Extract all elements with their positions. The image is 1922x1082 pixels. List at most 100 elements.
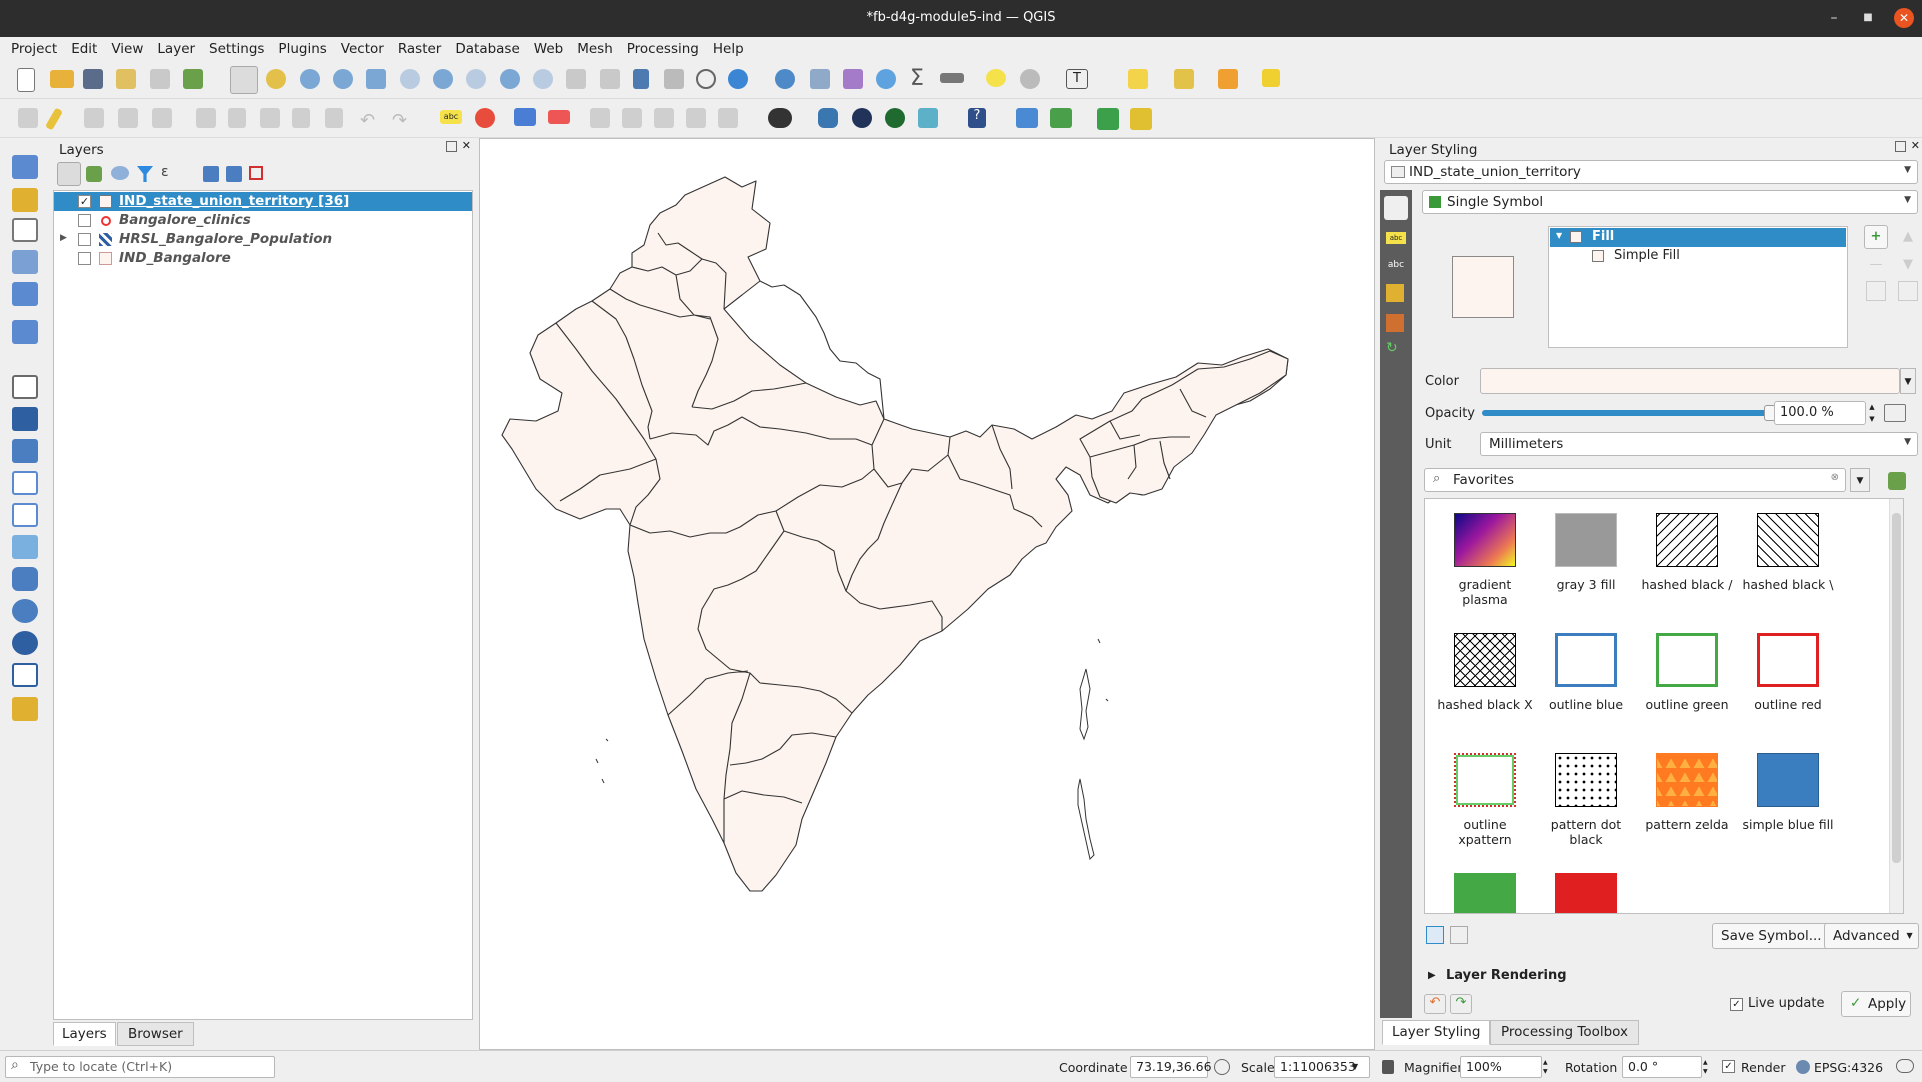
symbol-gray-3-fill[interactable]: gray 3 fill (1536, 513, 1636, 592)
add-wfs-icon[interactable] (12, 631, 38, 655)
add-postgis-icon[interactable] (12, 567, 38, 591)
symbol-hashed-black-forward[interactable]: hashed black / (1637, 513, 1737, 592)
coordinate-field[interactable]: 73.19,36.66 (1130, 1056, 1212, 1078)
remove-layer-icon[interactable] (249, 166, 263, 180)
symbol-pattern-dot-black[interactable]: pattern dot black (1536, 753, 1636, 847)
pan-map-icon[interactable] (230, 66, 258, 94)
show-hide-labels-icon[interactable] (686, 108, 706, 128)
open-layer-styling-icon[interactable] (57, 162, 81, 186)
quick-map-icon[interactable] (1130, 108, 1152, 130)
spinbox-arrows-icon[interactable]: ▲ ▼ (1866, 401, 1878, 425)
close-panel-icon[interactable]: ✕ (462, 139, 471, 152)
menu-web[interactable]: Web (527, 41, 570, 57)
color-button[interactable] (1480, 368, 1900, 394)
show-bookmarks-icon[interactable] (664, 69, 684, 89)
symbol-hashed-black-back[interactable]: hashed black \ (1738, 513, 1838, 592)
zoom-native-icon[interactable] (466, 69, 486, 89)
globe-icon[interactable] (852, 108, 872, 128)
help-icon[interactable]: ? (968, 108, 986, 128)
add-raster-layer-icon[interactable] (12, 407, 38, 431)
layer-row-hrsl-population[interactable]: ▶ HRSL_Bangalore_Population (54, 230, 472, 249)
add-symbol-layer-button[interactable]: + (1864, 225, 1888, 249)
layer-row-bangalore-clinics[interactable]: Bangalore_clinics (54, 211, 472, 230)
add-vector-layer-icon[interactable] (12, 375, 38, 399)
refresh-icon[interactable] (728, 69, 748, 89)
render-checkbox[interactable]: ✓ (1722, 1060, 1735, 1073)
filter-legend-icon[interactable] (137, 166, 153, 182)
zoom-to-selection-icon[interactable] (400, 69, 420, 89)
add-group-icon[interactable] (86, 166, 102, 182)
lock-scale-icon[interactable] (1382, 1060, 1394, 1074)
opacity-slider[interactable] (1482, 405, 1776, 421)
osm-plugin-icon[interactable] (1050, 108, 1072, 128)
save-project-icon[interactable] (83, 69, 103, 89)
layer-rendering-header[interactable]: Layer Rendering (1446, 968, 1567, 983)
3d-view-tab-icon[interactable] (1386, 284, 1404, 302)
expand-arrow-icon[interactable]: ▶ (60, 233, 67, 243)
measure-icon[interactable] (940, 73, 964, 83)
add-gpx-icon[interactable] (12, 503, 38, 527)
open-project-icon[interactable] (50, 70, 74, 88)
remove-symbol-layer-button[interactable]: — (1864, 253, 1888, 277)
icon-view-icon[interactable] (1426, 926, 1444, 944)
menu-raster[interactable]: Raster (391, 41, 449, 57)
symbol-outline-xpattern[interactable]: outline xpattern (1435, 753, 1535, 847)
georeferencer-icon[interactable] (918, 108, 938, 128)
collapse-all-icon[interactable] (226, 166, 242, 182)
layer-visibility-checkbox[interactable]: ✓ (78, 195, 91, 208)
attribute-table-icon[interactable] (810, 69, 830, 89)
menu-processing[interactable]: Processing (620, 41, 706, 57)
menu-vector[interactable]: Vector (334, 41, 391, 57)
new-3d-view-icon[interactable] (600, 69, 620, 89)
current-edits-icon[interactable] (18, 108, 38, 128)
expand-arrow-icon[interactable]: ▶ (1428, 970, 1436, 981)
symbol-simple-blue-fill[interactable]: simple blue fill (1738, 753, 1838, 832)
search-plugin-icon[interactable] (1097, 108, 1119, 130)
statistics-icon[interactable]: Σ (910, 67, 930, 91)
data-defined-override-icon[interactable] (1884, 404, 1906, 422)
symbol-hashed-black-x[interactable]: hashed black X (1435, 633, 1535, 712)
new-bookmark-icon[interactable] (633, 69, 649, 89)
symbol-outline-blue[interactable]: outline blue (1536, 633, 1636, 712)
vertex-tool-icon[interactable] (152, 108, 172, 128)
history-tab-icon[interactable]: ↻ (1386, 340, 1404, 358)
apply-button[interactable]: ✓ Apply (1841, 991, 1911, 1017)
move-label-icon[interactable] (590, 108, 610, 128)
scrollbar-thumb[interactable] (1892, 513, 1901, 863)
select-features-icon[interactable] (1128, 69, 1148, 89)
toggle-extents-icon[interactable] (1214, 1059, 1230, 1075)
expand-all-icon[interactable] (203, 166, 219, 182)
zoom-to-layer-icon[interactable] (433, 69, 453, 89)
menu-help[interactable]: Help (706, 41, 751, 57)
clear-search-icon[interactable]: ⊗ (1831, 472, 1839, 483)
layer-row-ind-state[interactable]: ✓ IND_state_union_territory [36] (54, 192, 472, 211)
processing-toolbox-icon[interactable] (876, 69, 896, 89)
tab-layers[interactable]: Layers (53, 1022, 116, 1046)
zoom-next-icon[interactable] (533, 69, 553, 89)
menu-project[interactable]: Project (4, 41, 64, 57)
tag-dropdown-icon[interactable]: ▼ (1850, 468, 1870, 492)
messages-icon[interactable] (1896, 1059, 1914, 1073)
map-tips-icon[interactable] (986, 69, 1006, 87)
lock-layer-button[interactable] (1898, 281, 1918, 301)
crs-globe-icon[interactable] (1796, 1060, 1810, 1074)
delete-selected-icon[interactable] (228, 108, 246, 128)
redo-icon[interactable]: ↷ (392, 110, 412, 131)
masks-tab-icon[interactable]: abc (1386, 260, 1406, 272)
unit-combo[interactable]: Millimeters ▼ (1480, 432, 1918, 456)
highlight-labels-icon[interactable] (548, 110, 570, 124)
zoom-last-icon[interactable] (500, 69, 520, 89)
select-by-value-icon[interactable] (1174, 69, 1194, 89)
toggle-editing-icon[interactable] (45, 107, 63, 131)
menu-settings[interactable]: Settings (202, 41, 271, 57)
duplicate-layer-button[interactable] (1866, 281, 1886, 301)
tree-item-simple-fill[interactable]: Simple Fill (1550, 247, 1846, 266)
label-properties-icon[interactable] (718, 108, 738, 128)
filter-expression-icon[interactable]: ε (161, 164, 169, 180)
pan-to-selection-icon[interactable] (266, 69, 286, 89)
crs-label[interactable]: EPSG:4326 (1814, 1060, 1883, 1075)
tab-processing-toolbox[interactable]: Processing Toolbox (1490, 1020, 1640, 1045)
tab-layer-styling[interactable]: Layer Styling (1382, 1020, 1491, 1045)
binoculars-icon[interactable] (768, 108, 792, 128)
advanced-button[interactable]: Advanced ▼ (1824, 923, 1919, 949)
